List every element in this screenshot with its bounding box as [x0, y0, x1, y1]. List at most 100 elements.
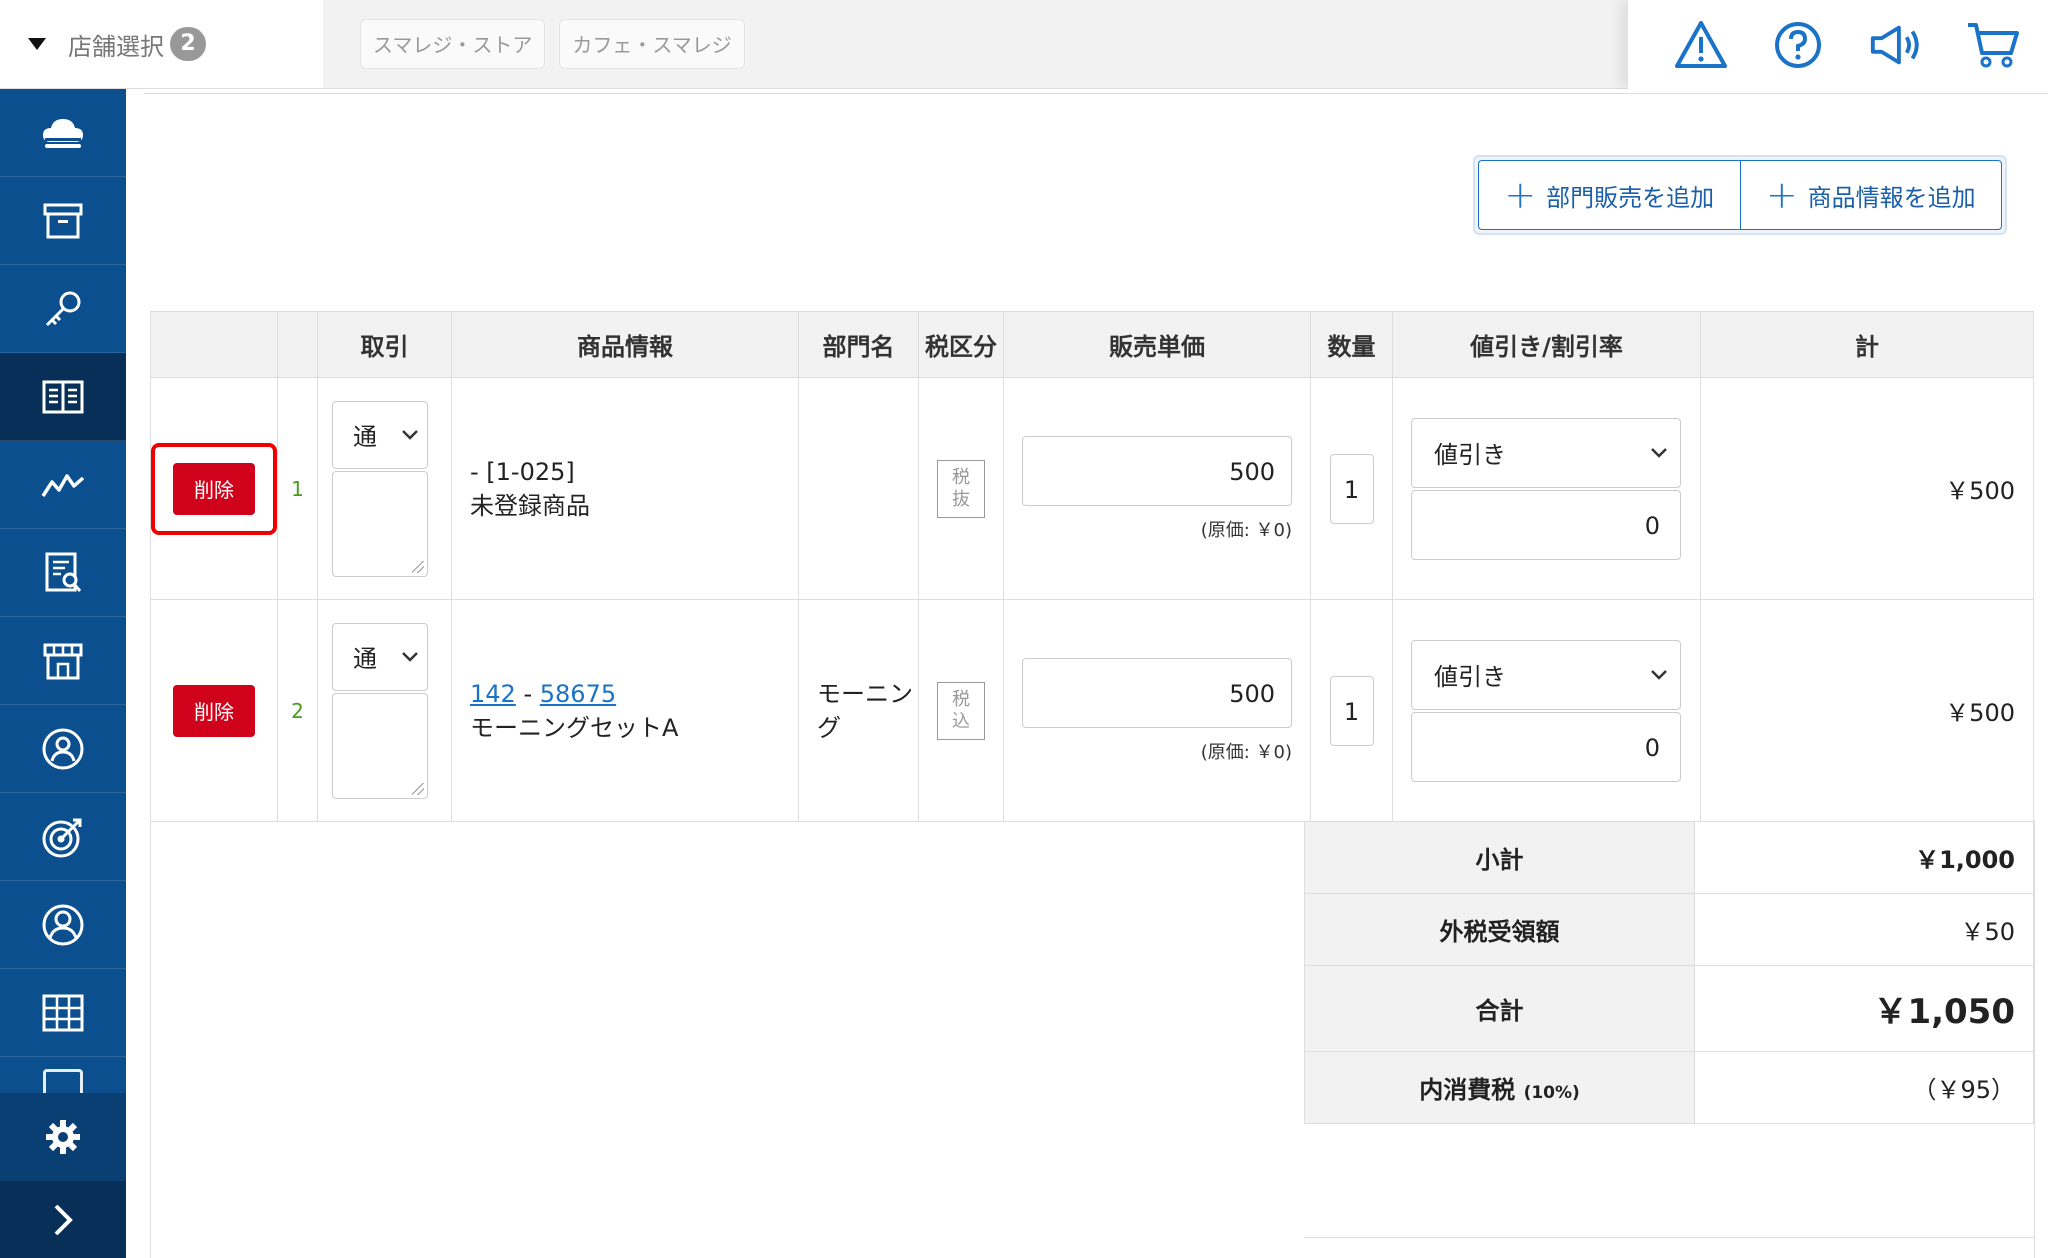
col-quantity: 数量 [1310, 311, 1393, 378]
discount-type-select[interactable]: 値引き [1411, 639, 1681, 710]
transaction-type-select[interactable]: 通 [332, 622, 428, 691]
internal-tax-rate: (10%) [1523, 1083, 1580, 1103]
subtotal-value: ￥1,000 [1694, 821, 2034, 894]
table-row: 削除 2 通 142 - 58675 モーニングセットA モーニング 税 込 5… [150, 599, 2034, 822]
sidebar-item-book[interactable] [0, 353, 126, 441]
unit-price-input[interactable]: 500 [1022, 435, 1292, 506]
book-icon [42, 380, 84, 413]
main-content: + 部門販売を追加 + 商品情報を追加 取引 商品情報 部門名 税区分 販売単価… [126, 89, 2048, 1258]
resize-handle[interactable] [412, 560, 424, 573]
tax-class-badge: 税 抜 [937, 459, 985, 518]
user-icon [42, 904, 84, 945]
help-icon[interactable] [1770, 17, 1826, 73]
store-select-label: 店舗選択 [68, 32, 164, 61]
sidebar [0, 89, 126, 1258]
discount-value-input[interactable]: 0 [1411, 489, 1681, 560]
table-row: 削除 1 通 - [1-025] 未登録商品 税 抜 500 (原価: ￥0) … [150, 377, 2034, 600]
delete-highlight: 削除 [151, 442, 277, 535]
warning-icon[interactable] [1673, 17, 1729, 73]
sidebar-item-user[interactable] [0, 881, 126, 969]
product-name: 未登録商品 [470, 491, 590, 520]
internal-tax-row: 内消費税 (10%) （￥95） [1304, 1051, 2034, 1124]
row-total: ￥500 [1700, 599, 2034, 822]
unit-price-input[interactable]: 500 [1022, 657, 1292, 728]
product-name: モーニングセットA [470, 713, 679, 742]
department-name [798, 377, 919, 600]
header-icons [1628, 0, 2048, 89]
total-value: ￥1,050 [1694, 965, 2034, 1052]
total-row: 合計 ￥1,050 [1304, 965, 2034, 1052]
store-selector[interactable]: 店舗選択 2 [0, 0, 323, 89]
announcement-icon[interactable] [1868, 17, 1924, 73]
sales-table: 取引 商品情報 部門名 税区分 販売単価 数量 値引き/割引率 計 削除 1 通… [150, 311, 2034, 822]
key-icon [45, 291, 81, 326]
chevron-down-icon [1651, 669, 1667, 680]
row-total: ￥500 [1700, 377, 2034, 600]
add-buttons: + 部門販売を追加 + 商品情報を追加 [1473, 155, 2007, 235]
clipboard-icon [43, 1069, 83, 1093]
sidebar-item-key[interactable] [0, 265, 126, 353]
quantity-input[interactable]: 1 [1329, 453, 1374, 524]
sidebar-item-customer[interactable] [0, 705, 126, 793]
product-separator: - [523, 679, 533, 708]
top-bar: 店舗選択 2 スマレジ・ストア カフェ・スマレジ [0, 0, 2048, 89]
store-count-badge: 2 [170, 27, 206, 61]
settings-button[interactable] [0, 1093, 126, 1181]
chevron-down-icon [1651, 447, 1667, 458]
discount-value-input[interactable]: 0 [1411, 711, 1681, 782]
caret-down-icon [28, 38, 46, 50]
product-id-link[interactable]: 142 [470, 680, 516, 708]
transaction-note-textarea[interactable] [332, 692, 428, 799]
plus-icon: + [1765, 173, 1798, 217]
col-total: 計 [1700, 311, 2034, 378]
internal-tax-value: （￥95） [1694, 1051, 2034, 1124]
internal-tax-label: 内消費税 [1419, 1076, 1516, 1104]
product-code-link[interactable]: 58675 [540, 680, 616, 708]
cart-icon[interactable] [1965, 17, 2021, 73]
store-chip[interactable]: カフェ・スマレジ [559, 19, 745, 69]
sidebar-item-chart[interactable] [0, 441, 126, 529]
transaction-note-textarea[interactable] [332, 470, 428, 577]
sidebar-item-archive[interactable] [0, 177, 126, 265]
subtotal-row: 小計 ￥1,000 [1304, 821, 2034, 894]
sidebar-item-target[interactable] [0, 793, 126, 881]
add-product-info-button[interactable]: + 商品情報を追加 [1739, 160, 2002, 230]
discount-type-select[interactable]: 値引き [1411, 417, 1681, 488]
chart-icon [41, 473, 85, 497]
selected-stores: スマレジ・ストア カフェ・スマレジ [323, 0, 1628, 89]
archive-icon [43, 203, 83, 238]
summary-table: 小計 ￥1,000 外税受領額 ￥50 合計 ￥1,050 内消費税 (10%)… [1304, 821, 2034, 1124]
sidebar-item-store[interactable] [0, 617, 126, 705]
add-product-info-label: 商品情報を追加 [1807, 183, 1976, 212]
resize-handle[interactable] [412, 782, 424, 795]
col-product-info: 商品情報 [451, 311, 799, 378]
store-chip[interactable]: スマレジ・ストア [360, 19, 546, 69]
col-department: 部門名 [798, 311, 919, 378]
plus-icon: + [1504, 173, 1537, 217]
external-tax-value: ￥50 [1694, 893, 2034, 966]
gear-icon [46, 1120, 80, 1154]
quantity-input[interactable]: 1 [1329, 675, 1374, 746]
row-number: 2 [277, 599, 318, 822]
customer-icon [42, 728, 84, 769]
department-name: モーニング [798, 599, 919, 822]
store-icon [43, 643, 83, 679]
sidebar-item-cloud[interactable] [0, 89, 126, 177]
expand-sidebar-button[interactable] [0, 1181, 126, 1258]
sidebar-item-apps[interactable] [0, 969, 126, 1057]
chevron-right-icon [54, 1204, 73, 1235]
col-transaction: 取引 [317, 311, 452, 378]
external-tax-label: 外税受領額 [1304, 893, 1695, 966]
transaction-type-select[interactable]: 通 [332, 400, 428, 469]
col-tax-class: 税区分 [918, 311, 1004, 378]
apps-icon [42, 994, 84, 1031]
delete-button[interactable]: 削除 [173, 684, 255, 737]
sidebar-item-report[interactable] [0, 529, 126, 617]
subtotal-label: 小計 [1304, 821, 1695, 894]
col-discount: 値引き/割引率 [1392, 311, 1701, 378]
add-department-sale-button[interactable]: + 部門販売を追加 [1478, 160, 1740, 230]
report-icon [45, 552, 82, 592]
external-tax-row: 外税受領額 ￥50 [1304, 893, 2034, 966]
total-label: 合計 [1304, 965, 1695, 1052]
delete-button[interactable]: 削除 [173, 462, 255, 515]
